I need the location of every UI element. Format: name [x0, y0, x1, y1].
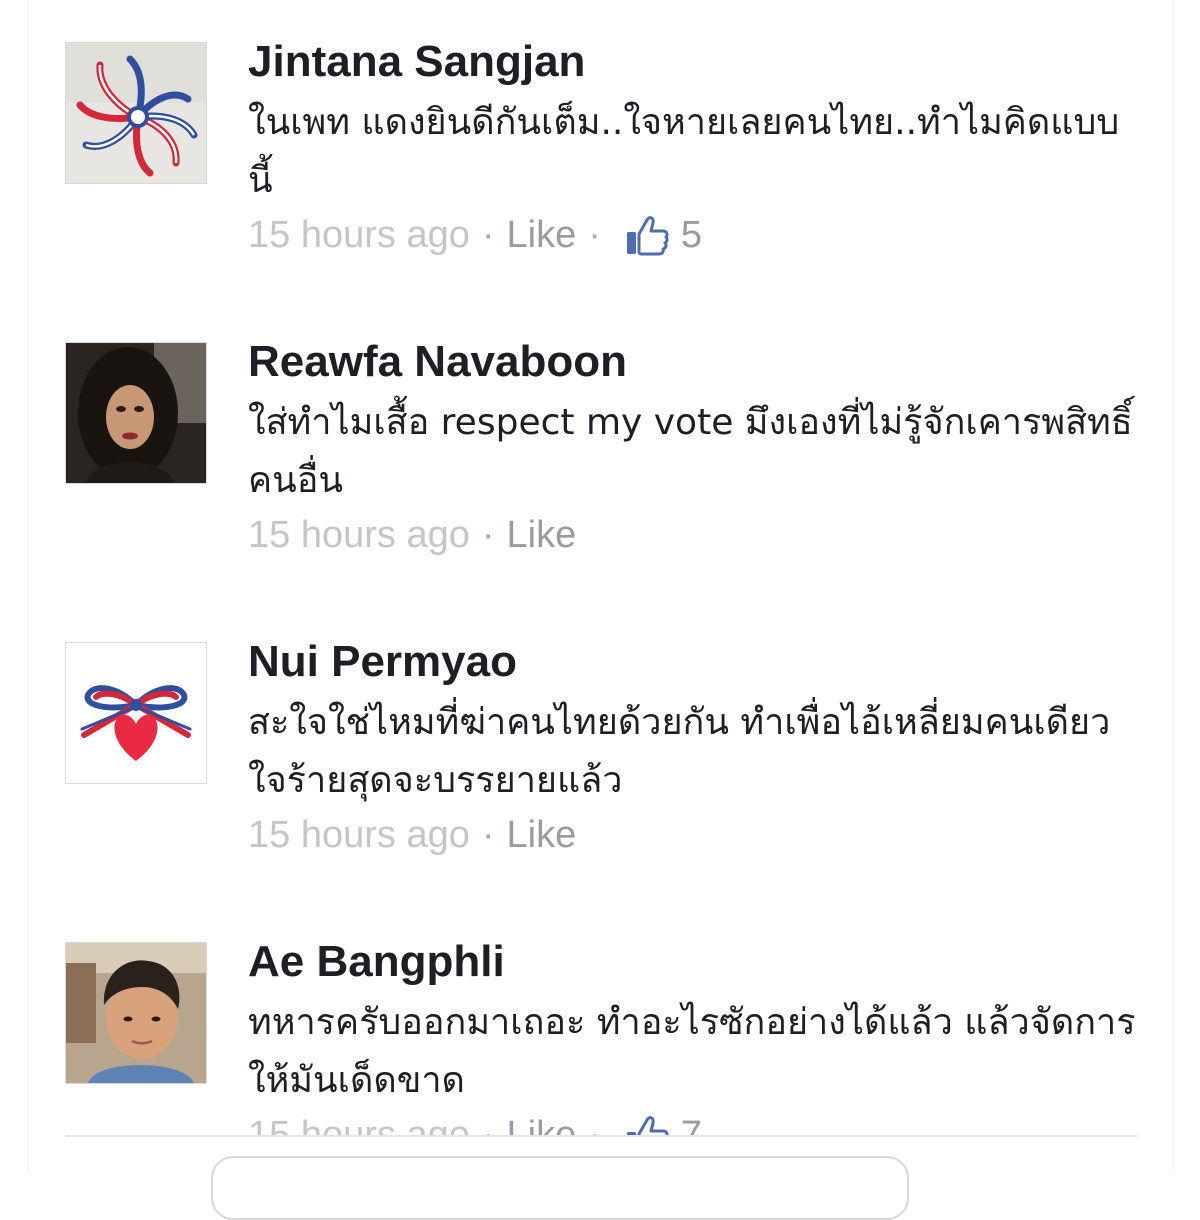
avatar[interactable]: [65, 642, 207, 784]
comment-item: Jintana Sangjan ในเพท แดงยินดีกันเต็ม..ใ…: [29, 0, 1173, 300]
separator-dot: ·: [481, 214, 495, 256]
comment-time[interactable]: 15 hours ago: [248, 1110, 470, 1136]
comment-text: ในเพท แดงยินดีกันเต็ม..ใจหายเลยคนไทย..ทำ…: [248, 102, 1120, 201]
avatar[interactable]: [65, 342, 207, 484]
comment-author[interactable]: Reawfa Navaboon: [248, 334, 627, 390]
ribbon-heart-icon: [66, 643, 206, 783]
man-portrait-icon: [66, 943, 206, 1083]
separator-dot: ·: [481, 814, 495, 856]
separator-dot: ·: [481, 514, 495, 556]
thumbs-up-icon[interactable]: [625, 214, 669, 256]
thumbs-up-icon[interactable]: [625, 1114, 669, 1136]
comment-text: ใส่ทำไมเสื้อ respect my vote มึงเองที่ไม…: [248, 402, 1133, 501]
comment-author[interactable]: Jintana Sangjan: [248, 34, 585, 90]
comment-time[interactable]: 15 hours ago: [248, 210, 470, 260]
comment-meta: 15 hours ago · Like · 7: [248, 1110, 702, 1136]
avatar[interactable]: [65, 42, 207, 184]
woman-portrait-icon: [66, 343, 206, 483]
comment-text: ทหารครับออกมาเถอะ ทำอะไรซักอย่างได้แล้ว …: [248, 1002, 1136, 1101]
comment-text: สะใจใช่ไหมที่ฆ่าคนไทยด้วยกัน ทำเพื่อไอ้เ…: [248, 702, 1111, 801]
comment-input[interactable]: [211, 1156, 909, 1220]
comment-time[interactable]: 15 hours ago: [248, 810, 470, 860]
comment-author[interactable]: Nui Permyao: [248, 634, 517, 690]
like-link[interactable]: Like: [507, 810, 577, 860]
comment-meta: 15 hours ago · Like · 5: [248, 210, 702, 260]
comment-item: Reawfa Navaboon ใส่ทำไมเสื้อ respect my …: [29, 300, 1173, 600]
separator-dot: ·: [588, 214, 601, 256]
separator-dot: ·: [481, 1114, 495, 1136]
like-link[interactable]: Like: [507, 1110, 577, 1136]
flag-ribbon-flower-icon: [66, 43, 206, 183]
comment-time[interactable]: 15 hours ago: [248, 510, 470, 560]
comment-item: Nui Permyao สะใจใช่ไหมที่ฆ่าคนไทยด้วยกัน…: [29, 600, 1173, 900]
divider: [65, 1135, 1137, 1137]
comment-author[interactable]: Ae Bangphli: [248, 934, 505, 990]
separator-dot: ·: [588, 1114, 601, 1136]
comment-meta: 15 hours ago · Like: [248, 510, 576, 560]
like-count[interactable]: 7: [681, 1110, 702, 1136]
comment-list: Jintana Sangjan ในเพท แดงยินดีกันเต็ม..ใ…: [29, 0, 1173, 1136]
like-link[interactable]: Like: [507, 210, 577, 260]
comments-panel: Jintana Sangjan ในเพท แดงยินดีกันเต็ม..ใ…: [28, 0, 1174, 1220]
like-link[interactable]: Like: [507, 510, 577, 560]
avatar[interactable]: [65, 942, 207, 1084]
comment-meta: 15 hours ago · Like: [248, 810, 576, 860]
like-count[interactable]: 5: [681, 210, 702, 260]
comment-item: Ae Bangphli ทหารครับออกมาเถอะ ทำอะไรซักอ…: [29, 900, 1173, 1136]
